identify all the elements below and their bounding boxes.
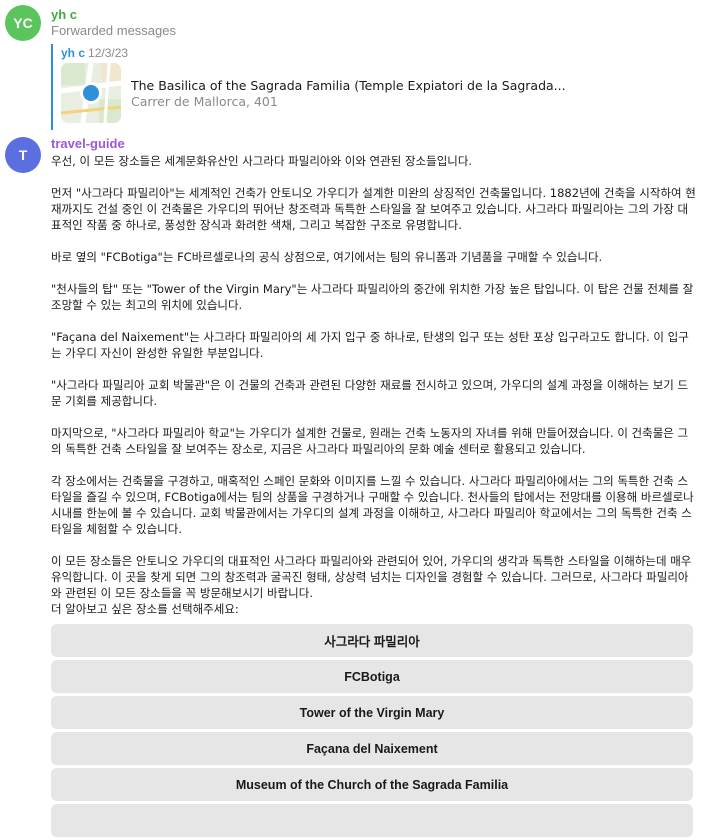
option-button-tower-virgin-mary[interactable]: Tower of the Virgin Mary [51,696,693,729]
sender-name[interactable]: travel-guide [51,136,125,151]
venue-address: Carrer de Mallorca, 401 [131,94,278,109]
option-button-sagrada-familia[interactable]: 사그라다 파밀리아 [51,624,693,657]
forwarded-messages-label: Forwarded messages [51,23,176,38]
message-paragraph: 우선, 이 모든 장소들은 세계문화유산인 사그라다 파밀리아와 이와 연관된 … [51,154,473,168]
message-text: 우선, 이 모든 장소들은 세계문화유산인 사그라다 파밀리아와 이와 연관된 … [51,153,696,617]
forwarded-date: 12/3/23 [88,46,129,60]
message-paragraph: "Façana del Naixement"는 사그라다 파밀리아의 세 가지 … [51,330,689,360]
sender-name[interactable]: yh c [51,7,77,22]
message-paragraph: "천사들의 탑" 또는 "Tower of the Virgin Mary"는 … [51,282,694,312]
venue-title[interactable]: The Basilica of the Sagrada Familia (Tem… [131,78,566,93]
message-paragraph: "사그라다 파밀리아 교회 박물관"은 이 건물의 건축과 관련된 다양한 재료… [51,378,689,408]
avatar-yc[interactable]: YC [5,5,41,41]
option-button-facana-naixement[interactable]: Façana del Naixement [51,732,693,765]
message-paragraph: 이 모든 장소들은 안토니오 가우디의 대표적인 사그라다 파밀리아와 관련되어… [51,554,692,600]
avatar-travel-guide[interactable]: T [5,137,41,173]
option-button-museum[interactable]: Museum of the Church of the Sagrada Fami… [51,768,693,801]
option-button-partial[interactable] [51,804,693,837]
forwarded-header: yh c 12/3/23 [61,46,128,60]
selection-prompt: 더 알아보고 싶은 장소를 선택해주세요: [51,602,239,616]
message-paragraph: 먼저 "사그라다 파밀리아"는 세계적인 건축가 안토니오 가우디가 설계한 미… [51,186,696,232]
forwarded-sender[interactable]: yh c [61,46,85,60]
location-map-thumbnail[interactable] [61,63,121,123]
forward-quote-bar [51,44,53,130]
message-paragraph: 각 장소에서는 건축물을 구경하고, 매혹적인 스페인 문화와 이미지를 느낄 … [51,474,694,536]
message-paragraph: 바로 옆의 "FCBotiga"는 FC바르셀로나의 공식 상점으로, 여기에서… [51,250,603,264]
option-button-fcbotiga[interactable]: FCBotiga [51,660,693,693]
map-pin-icon [61,63,121,123]
inline-keyboard: 사그라다 파밀리아 FCBotiga Tower of the Virgin M… [51,624,693,840]
message-paragraph: 마지막으로, "사그라다 파밀리아 학교"는 가우디가 설계한 건물로, 원래는… [51,426,689,456]
